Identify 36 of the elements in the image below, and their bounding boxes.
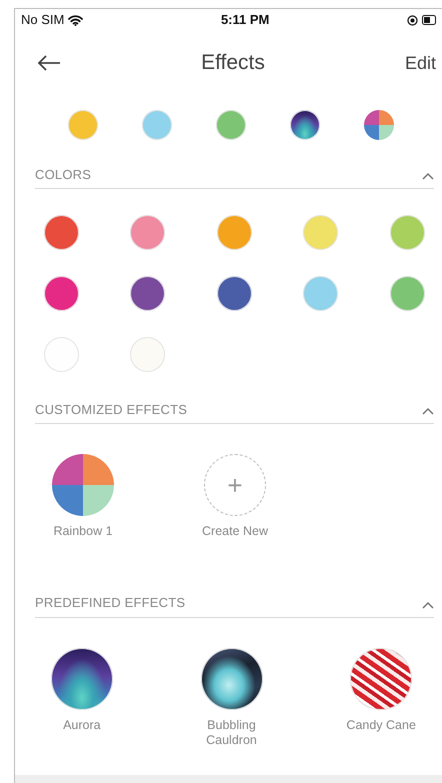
color-swatch[interactable] [68, 110, 98, 140]
page-title: Effects [201, 50, 265, 76]
color-swatch[interactable] [130, 276, 166, 311]
section-title: PREDEFINED EFFECTS [35, 594, 186, 612]
effect-label: Candy Cane [346, 718, 416, 734]
carrier-label: No SIM [21, 11, 64, 30]
color-swatch[interactable] [303, 215, 338, 250]
orientation-lock-icon [406, 14, 418, 26]
quadrant-swatch-icon[interactable] [364, 110, 394, 140]
color-swatch[interactable] [142, 110, 172, 140]
status-time: 5:11 PM [220, 11, 270, 30]
edit-button[interactable]: Edit [404, 50, 436, 76]
effect-label: Rainbow 1 [53, 524, 113, 540]
color-swatch[interactable] [216, 110, 246, 140]
effect-label: Bubbling Cauldron [205, 718, 258, 749]
section-title: CUSTOMIZED EFFECTS [35, 400, 188, 418]
collapse-chevron-icon[interactable] [422, 407, 434, 415]
color-swatch[interactable] [390, 276, 425, 311]
color-swatch[interactable] [216, 276, 252, 311]
color-swatch[interactable] [44, 215, 79, 250]
effect-label: Aurora [63, 718, 101, 734]
wifi-icon [68, 14, 84, 26]
color-swatch[interactable] [44, 276, 79, 311]
effect-label: Create New [202, 524, 268, 540]
battery-icon [422, 15, 436, 25]
quadrant-swatch-icon[interactable] [52, 454, 114, 516]
section-title: COLORS [35, 166, 92, 184]
photo-placeholder[interactable] [290, 110, 320, 140]
color-swatch[interactable] [44, 337, 79, 372]
collapse-chevron-icon[interactable] [422, 172, 434, 180]
color-swatch[interactable] [216, 215, 252, 250]
color-swatch[interactable] [390, 215, 425, 250]
collapse-chevron-icon[interactable] [422, 600, 434, 609]
color-swatch[interactable] [130, 337, 166, 372]
color-swatch[interactable] [303, 276, 338, 311]
color-swatch[interactable] [130, 215, 166, 250]
